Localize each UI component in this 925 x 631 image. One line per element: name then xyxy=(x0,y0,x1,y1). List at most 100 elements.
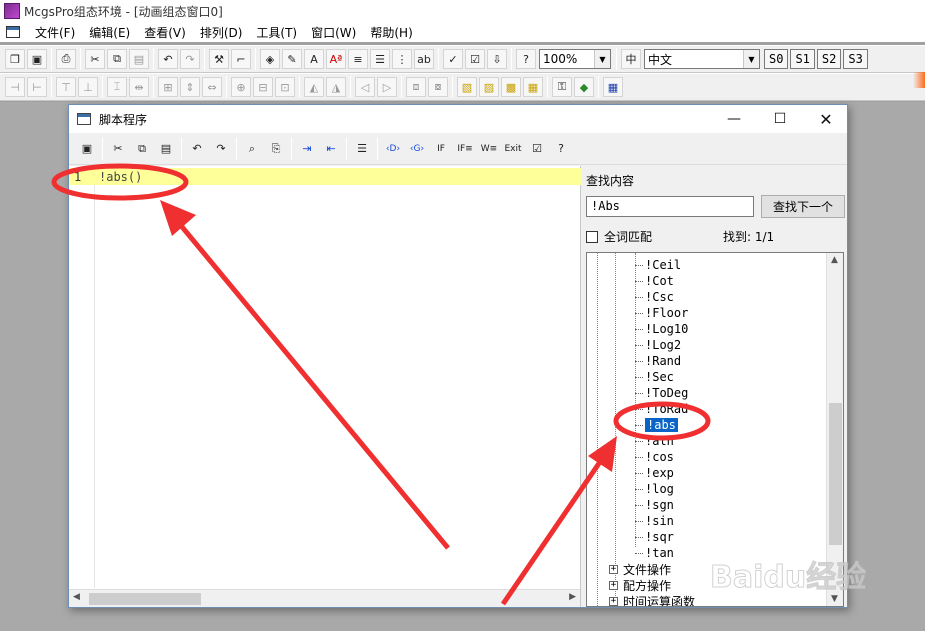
redo-icon[interactable]: ↷ xyxy=(210,137,232,160)
tree-item[interactable]: !atn xyxy=(635,433,674,449)
lock-icon[interactable]: ⚿ xyxy=(552,77,572,97)
scroll-left-icon[interactable]: ◀ xyxy=(73,592,80,602)
replace-icon[interactable]: ⎘ xyxy=(265,137,287,160)
tree-item[interactable]: !Cot xyxy=(635,273,674,289)
tree-item[interactable]: !sqr xyxy=(635,529,674,545)
expand-icon[interactable]: + xyxy=(609,596,618,606)
expand-icon[interactable]: + xyxy=(609,564,618,574)
copy-icon[interactable]: ⧉ xyxy=(131,137,153,160)
send-back-icon[interactable]: ▨ xyxy=(479,77,499,97)
tools-icon[interactable]: ⚒ xyxy=(209,49,229,69)
same-height-icon[interactable]: ⇕ xyxy=(180,77,200,97)
select-icon[interactable]: ⌐ xyxy=(231,49,251,69)
language-select[interactable]: 中文 ▼ xyxy=(644,49,760,69)
menu-help[interactable]: 帮助(H) xyxy=(363,24,419,41)
copy-icon[interactable]: ⧉ xyxy=(107,49,127,69)
brush-icon[interactable]: ✎ xyxy=(282,49,302,69)
save-icon[interactable]: ▣ xyxy=(76,137,98,160)
find-next-button[interactable]: 查找下一个 xyxy=(761,195,845,218)
check-icon[interactable]: ☑ xyxy=(465,49,485,69)
paste-icon[interactable]: ▤ xyxy=(129,49,149,69)
minimize-icon[interactable]: — xyxy=(720,109,748,129)
help-icon[interactable]: ? xyxy=(550,137,572,160)
tree-item[interactable]: !log xyxy=(635,481,674,497)
center-icon[interactable]: ⊕ xyxy=(231,77,251,97)
redo-icon[interactable]: ↷ xyxy=(180,49,200,69)
exit-icon[interactable]: Exit xyxy=(502,137,524,160)
tree-item-selected[interactable]: !abs xyxy=(635,417,678,433)
palette-icon[interactable]: ◈ xyxy=(260,49,280,69)
cut-icon[interactable]: ✂ xyxy=(107,137,129,160)
outdent-icon[interactable]: ⇤ xyxy=(320,137,342,160)
menu-arrange[interactable]: 排列(D) xyxy=(193,24,250,41)
tree-item[interactable]: !Log2 xyxy=(635,337,681,353)
tree-item[interactable]: !sin xyxy=(635,513,674,529)
align-top-icon[interactable]: ⊤ xyxy=(56,77,76,97)
if-icon[interactable]: IF xyxy=(430,137,452,160)
language-icon[interactable]: 中 xyxy=(621,49,641,69)
tree-folder-recipe-ops[interactable]: + 配方操作 xyxy=(609,577,671,593)
document-icon[interactable] xyxy=(6,26,20,38)
tree-item[interactable]: !sgn xyxy=(635,497,674,513)
align-icon[interactable]: ☰ xyxy=(370,49,390,69)
menu-file[interactable]: 文件(F) xyxy=(28,24,82,41)
same-size-icon[interactable]: ⊞ xyxy=(158,77,178,97)
indent-icon[interactable]: ⇥ xyxy=(296,137,318,160)
group-icon[interactable]: ⧈ xyxy=(406,77,426,97)
tree-item[interactable]: !Rand xyxy=(635,353,681,369)
scroll-thumb[interactable] xyxy=(89,593,201,605)
align-right-icon[interactable]: ⊢ xyxy=(27,77,47,97)
undo-icon[interactable]: ↶ xyxy=(186,137,208,160)
fill-icon[interactable]: ◆ xyxy=(574,77,594,97)
print-icon[interactable]: ⎙ xyxy=(56,49,76,69)
line-style-icon[interactable]: ≡ xyxy=(348,49,368,69)
tree-folder-file-ops[interactable]: + 文件操作 xyxy=(609,561,671,577)
align-left-icon[interactable]: ⊣ xyxy=(5,77,25,97)
flip-v-icon[interactable]: ◮ xyxy=(326,77,346,97)
save-icon[interactable]: ▣ xyxy=(27,49,47,69)
state-button-s1[interactable]: S1 xyxy=(790,49,815,69)
bring-front-icon[interactable]: ▧ xyxy=(457,77,477,97)
tree-item[interactable]: !ToDeg xyxy=(635,385,688,401)
align-center-h-icon[interactable]: ⇹ xyxy=(129,77,149,97)
tree-item[interactable]: !ToRad xyxy=(635,401,688,417)
scroll-up-icon[interactable]: ▲ xyxy=(831,255,838,265)
rotate-left-icon[interactable]: ◁ xyxy=(355,77,375,97)
zoom-select[interactable]: 100% ▼ xyxy=(539,49,611,69)
maximize-icon[interactable]: ☐ xyxy=(766,109,794,129)
menu-window[interactable]: 窗口(W) xyxy=(304,24,363,41)
text-icon[interactable]: A xyxy=(304,49,324,69)
global-icon[interactable]: ‹G› xyxy=(406,137,428,160)
rotate-right-icon[interactable]: ▷ xyxy=(377,77,397,97)
space-h-icon[interactable]: ⊟ xyxy=(253,77,273,97)
checkbox-box[interactable] xyxy=(586,230,598,243)
chevron-down-icon[interactable]: ▼ xyxy=(594,50,610,68)
tree-item[interactable]: !Ceil xyxy=(635,257,681,273)
state-button-s3[interactable]: S3 xyxy=(843,49,868,69)
whole-word-checkbox[interactable]: 全词匹配 xyxy=(586,228,652,245)
backward-icon[interactable]: ▦ xyxy=(523,77,543,97)
align-bottom-icon[interactable]: ⊥ xyxy=(78,77,98,97)
menu-view[interactable]: 查看(V) xyxy=(137,24,193,41)
same-width-icon[interactable]: ⇔ xyxy=(202,77,222,97)
undo-icon[interactable]: ↶ xyxy=(158,49,178,69)
menu-edit[interactable]: 编辑(E) xyxy=(82,24,137,41)
code-line[interactable]: !abs() xyxy=(99,170,142,184)
label-icon[interactable]: ab xyxy=(414,49,434,69)
check-icon[interactable]: ☑ xyxy=(526,137,548,160)
scroll-right-icon[interactable]: ▶ xyxy=(569,592,576,602)
state-button-s2[interactable]: S2 xyxy=(816,49,842,69)
forward-icon[interactable]: ▩ xyxy=(501,77,521,97)
tree-item[interactable]: !Csc xyxy=(635,289,674,305)
chevron-down-icon[interactable]: ▼ xyxy=(743,50,759,68)
tree-item[interactable]: !Floor xyxy=(635,305,688,321)
search-input[interactable]: !Abs xyxy=(586,196,754,217)
run-icon[interactable]: ⇩ xyxy=(487,49,507,69)
properties-icon[interactable]: ✓ xyxy=(443,49,463,69)
tree-item[interactable]: !Log10 xyxy=(635,321,688,337)
cut-icon[interactable]: ✂ xyxy=(85,49,105,69)
flip-h-icon[interactable]: ◭ xyxy=(304,77,324,97)
help-icon[interactable]: ? xyxy=(516,49,536,69)
new-window-icon[interactable]: ❐ xyxy=(5,49,25,69)
expand-icon[interactable]: + xyxy=(609,580,618,590)
